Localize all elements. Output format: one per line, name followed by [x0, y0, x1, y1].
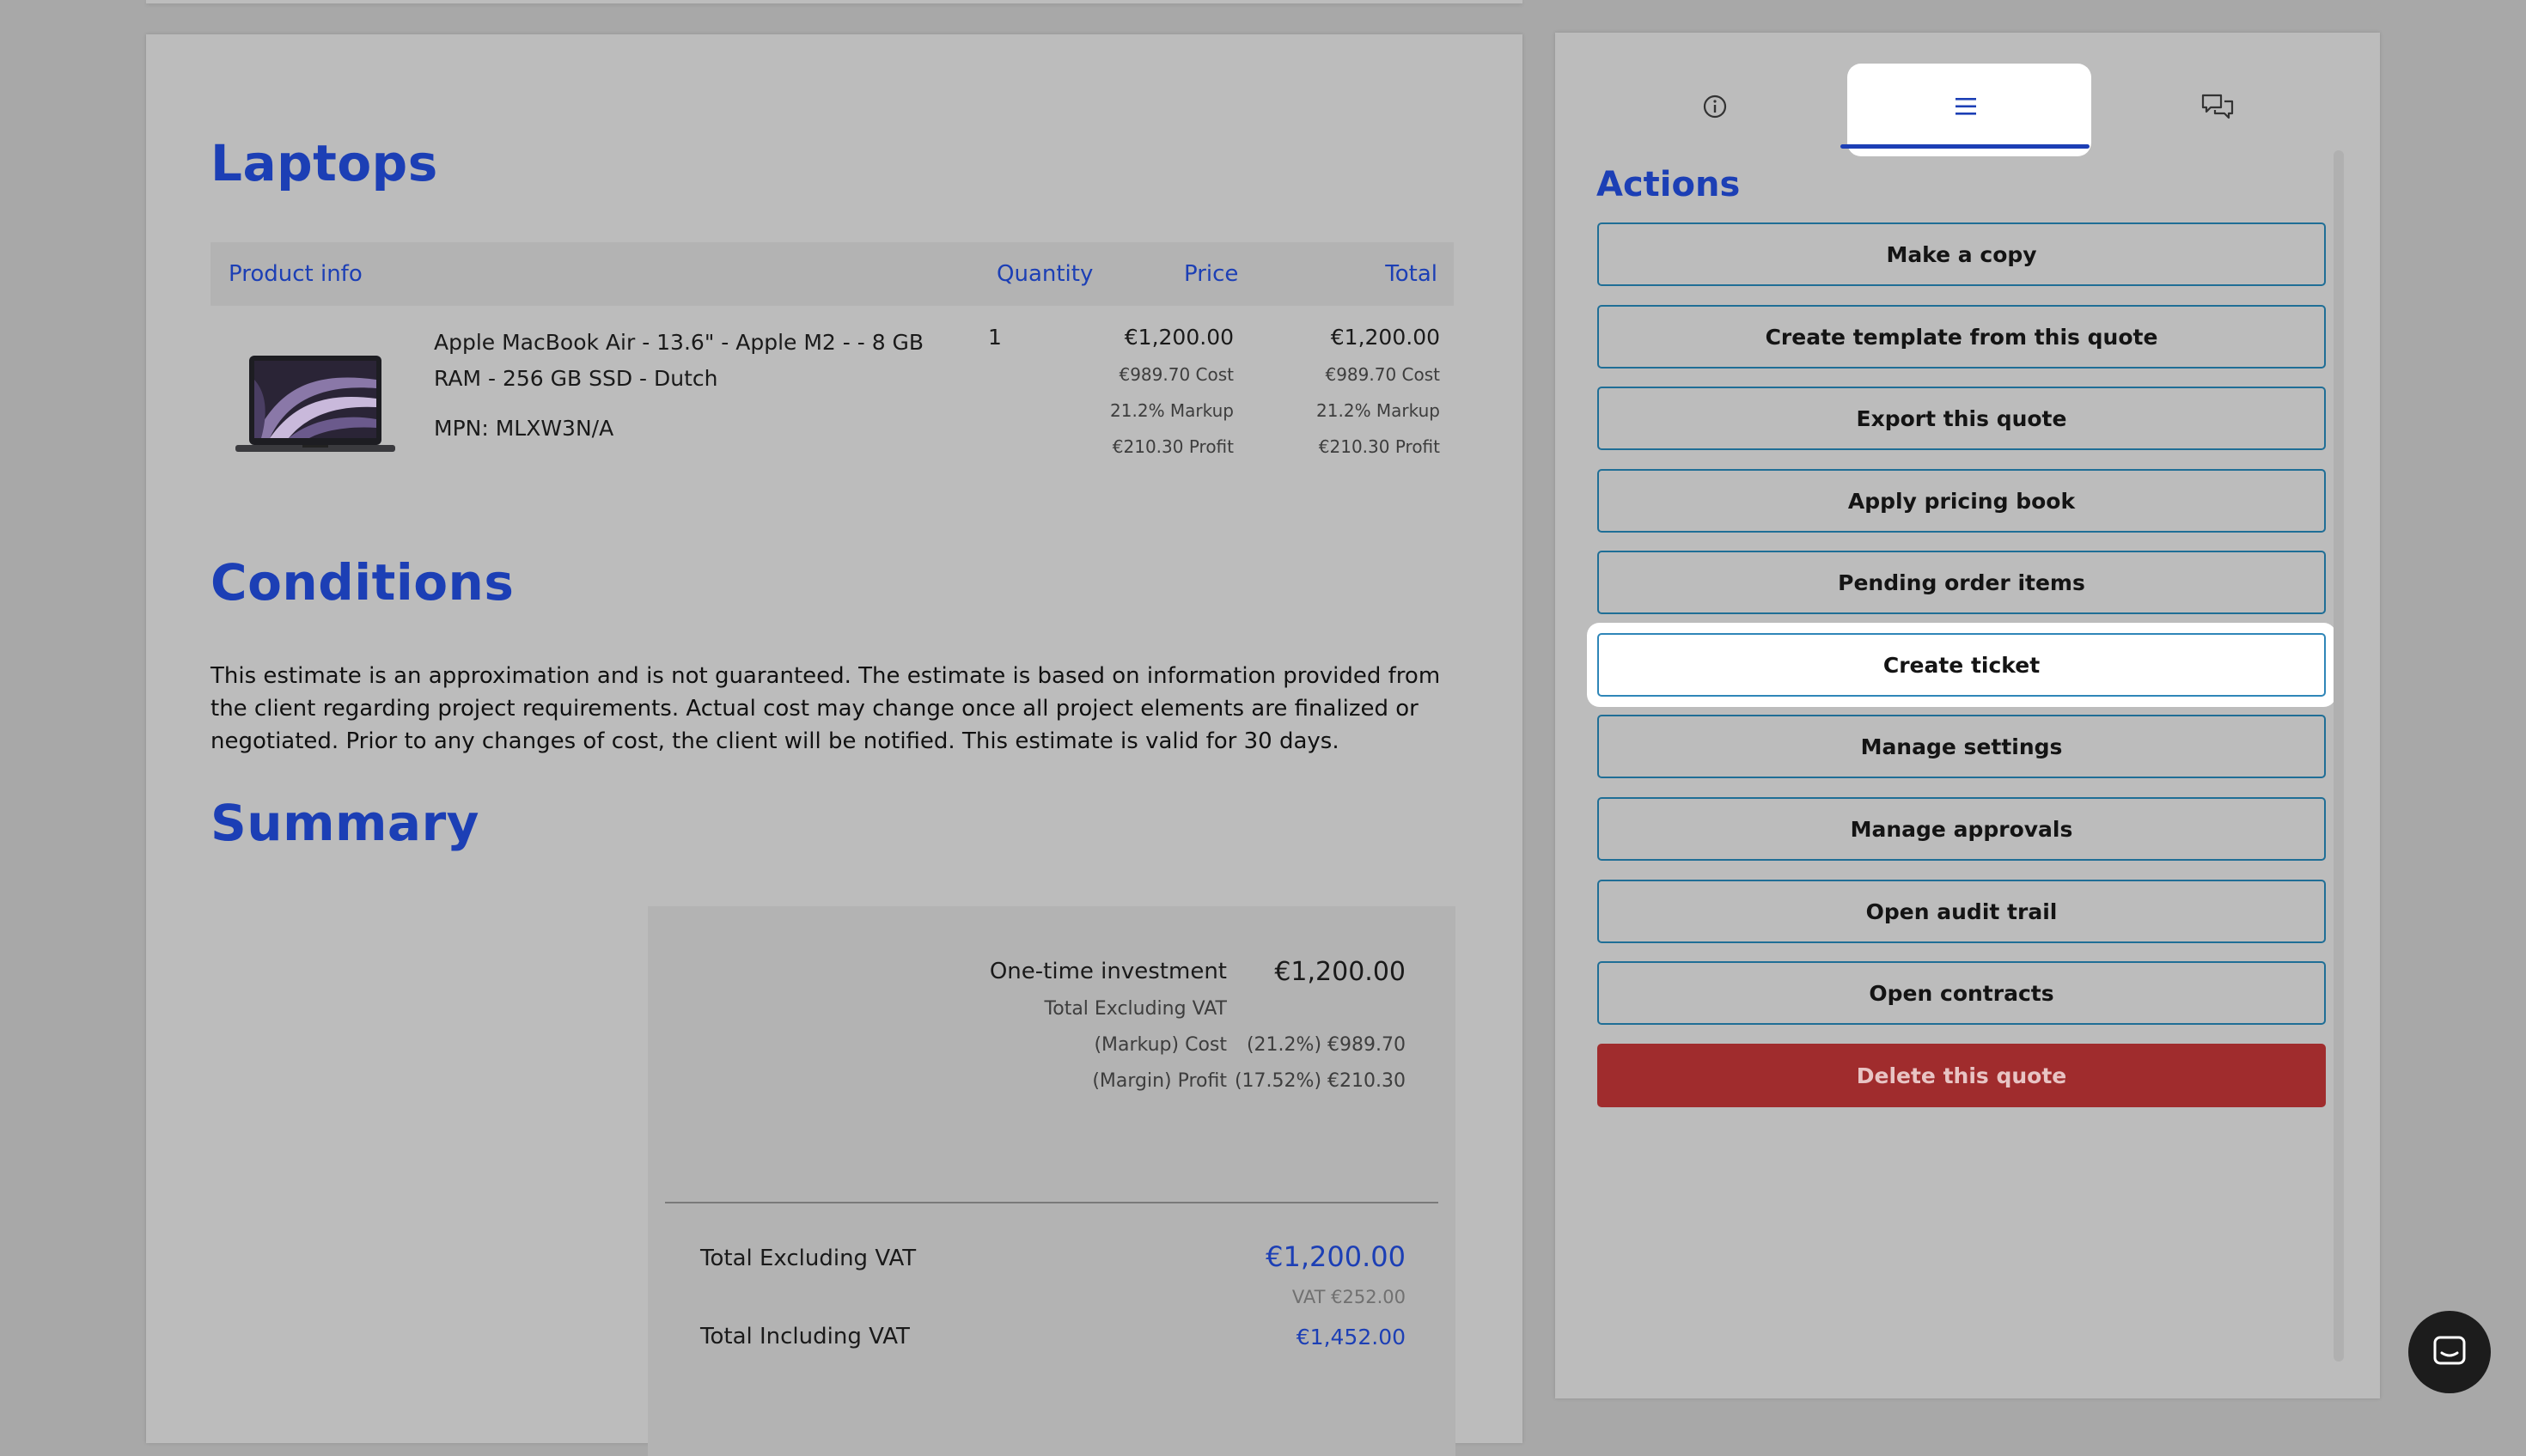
make-copy-button[interactable]: Make a copy: [1597, 222, 2326, 286]
line-item-price-markup: 21.2% Markup: [1110, 400, 1234, 421]
line-item-price-profit: €210.30 Profit: [1112, 436, 1234, 457]
summary-one-time-label: One-time investment: [989, 959, 1227, 984]
summary-total-excl-vat-note: Total Excluding VAT: [1044, 998, 1227, 1020]
summary-margin-profit-label: (Margin) Profit: [1092, 1070, 1227, 1092]
summary-margin-profit-value: (17.52%) €210.30: [1234, 1070, 1406, 1092]
tab-active-underline: [1840, 144, 2090, 149]
summary-markup-cost-label: (Markup) Cost: [1094, 1034, 1227, 1056]
line-item-total-markup: 21.2% Markup: [1316, 400, 1440, 421]
summary-total-excl-label: Total Excluding VAT: [700, 1246, 917, 1271]
summary-divider: [665, 1202, 1438, 1203]
line-item-title-line2: RAM - 256 GB SSD - Dutch: [434, 366, 718, 391]
summary-total-excl-value: €1,200.00: [1266, 1240, 1406, 1273]
line-item-mpn: MPN: MLXW3N/A: [434, 416, 614, 441]
section-title-summary: Summary: [210, 794, 479, 852]
line-item-price: €1,200.00: [1124, 325, 1234, 350]
side-panel-scrollbar[interactable]: [2334, 150, 2344, 1362]
summary-markup-cost-value: (21.2%) €989.70: [1246, 1034, 1406, 1056]
header-product-info: Product info: [229, 261, 363, 287]
line-item-total: €1,200.00: [1330, 325, 1440, 350]
previous-card-edge: [146, 0, 1522, 3]
summary-total-incl-value: €1,452.00: [1296, 1325, 1406, 1349]
manage-approvals-button[interactable]: Manage approvals: [1597, 797, 2326, 861]
line-item-quantity: 1: [988, 325, 1002, 350]
delete-quote-button[interactable]: Delete this quote: [1597, 1044, 2326, 1107]
actions-title: Actions: [1596, 165, 1741, 204]
summary-box: [648, 906, 1455, 1456]
product-image-laptop: [235, 356, 395, 452]
header-total: Total: [1385, 261, 1437, 287]
chat-bubbles-icon[interactable]: [2200, 93, 2235, 120]
apply-pricing-book-button[interactable]: Apply pricing book: [1597, 469, 2326, 533]
pending-order-items-button[interactable]: Pending order items: [1597, 551, 2326, 614]
summary-vat-value: VAT €252.00: [1291, 1287, 1406, 1307]
export-quote-button[interactable]: Export this quote: [1597, 387, 2326, 450]
line-item-price-cost: €989.70 Cost: [1119, 364, 1234, 385]
open-audit-trail-button[interactable]: Open audit trail: [1597, 880, 2326, 943]
create-template-button[interactable]: Create template from this quote: [1597, 305, 2326, 369]
chat-launcher-icon: [2433, 1336, 2466, 1365]
line-item-total-cost: €989.70 Cost: [1325, 364, 1440, 385]
line-item-total-profit: €210.30 Profit: [1318, 436, 1440, 457]
header-price: Price: [1184, 261, 1239, 287]
section-title-conditions: Conditions: [210, 553, 515, 612]
line-item-title: Apple MacBook Air - 13.6" - Apple M2 - -…: [434, 325, 924, 397]
chat-launcher-button[interactable]: [2408, 1311, 2491, 1393]
info-icon[interactable]: [1702, 94, 1728, 119]
open-contracts-button[interactable]: Open contracts: [1597, 961, 2326, 1025]
line-item-title-line1: Apple MacBook Air - 13.6" - Apple M2 - -…: [434, 330, 924, 355]
menu-icon[interactable]: [1953, 94, 1979, 119]
header-quantity: Quantity: [997, 261, 1094, 287]
product-table-header: Product info Quantity Price Total: [210, 242, 1454, 306]
summary-one-time-value: €1,200.00: [1274, 957, 1406, 987]
manage-settings-button[interactable]: Manage settings: [1597, 715, 2326, 778]
section-title-laptops: Laptops: [210, 134, 438, 192]
create-ticket-button[interactable]: Create ticket: [1597, 633, 2326, 697]
summary-total-incl-label: Total Including VAT: [700, 1324, 910, 1349]
conditions-text: This estimate is an approximation and is…: [210, 663, 1441, 754]
